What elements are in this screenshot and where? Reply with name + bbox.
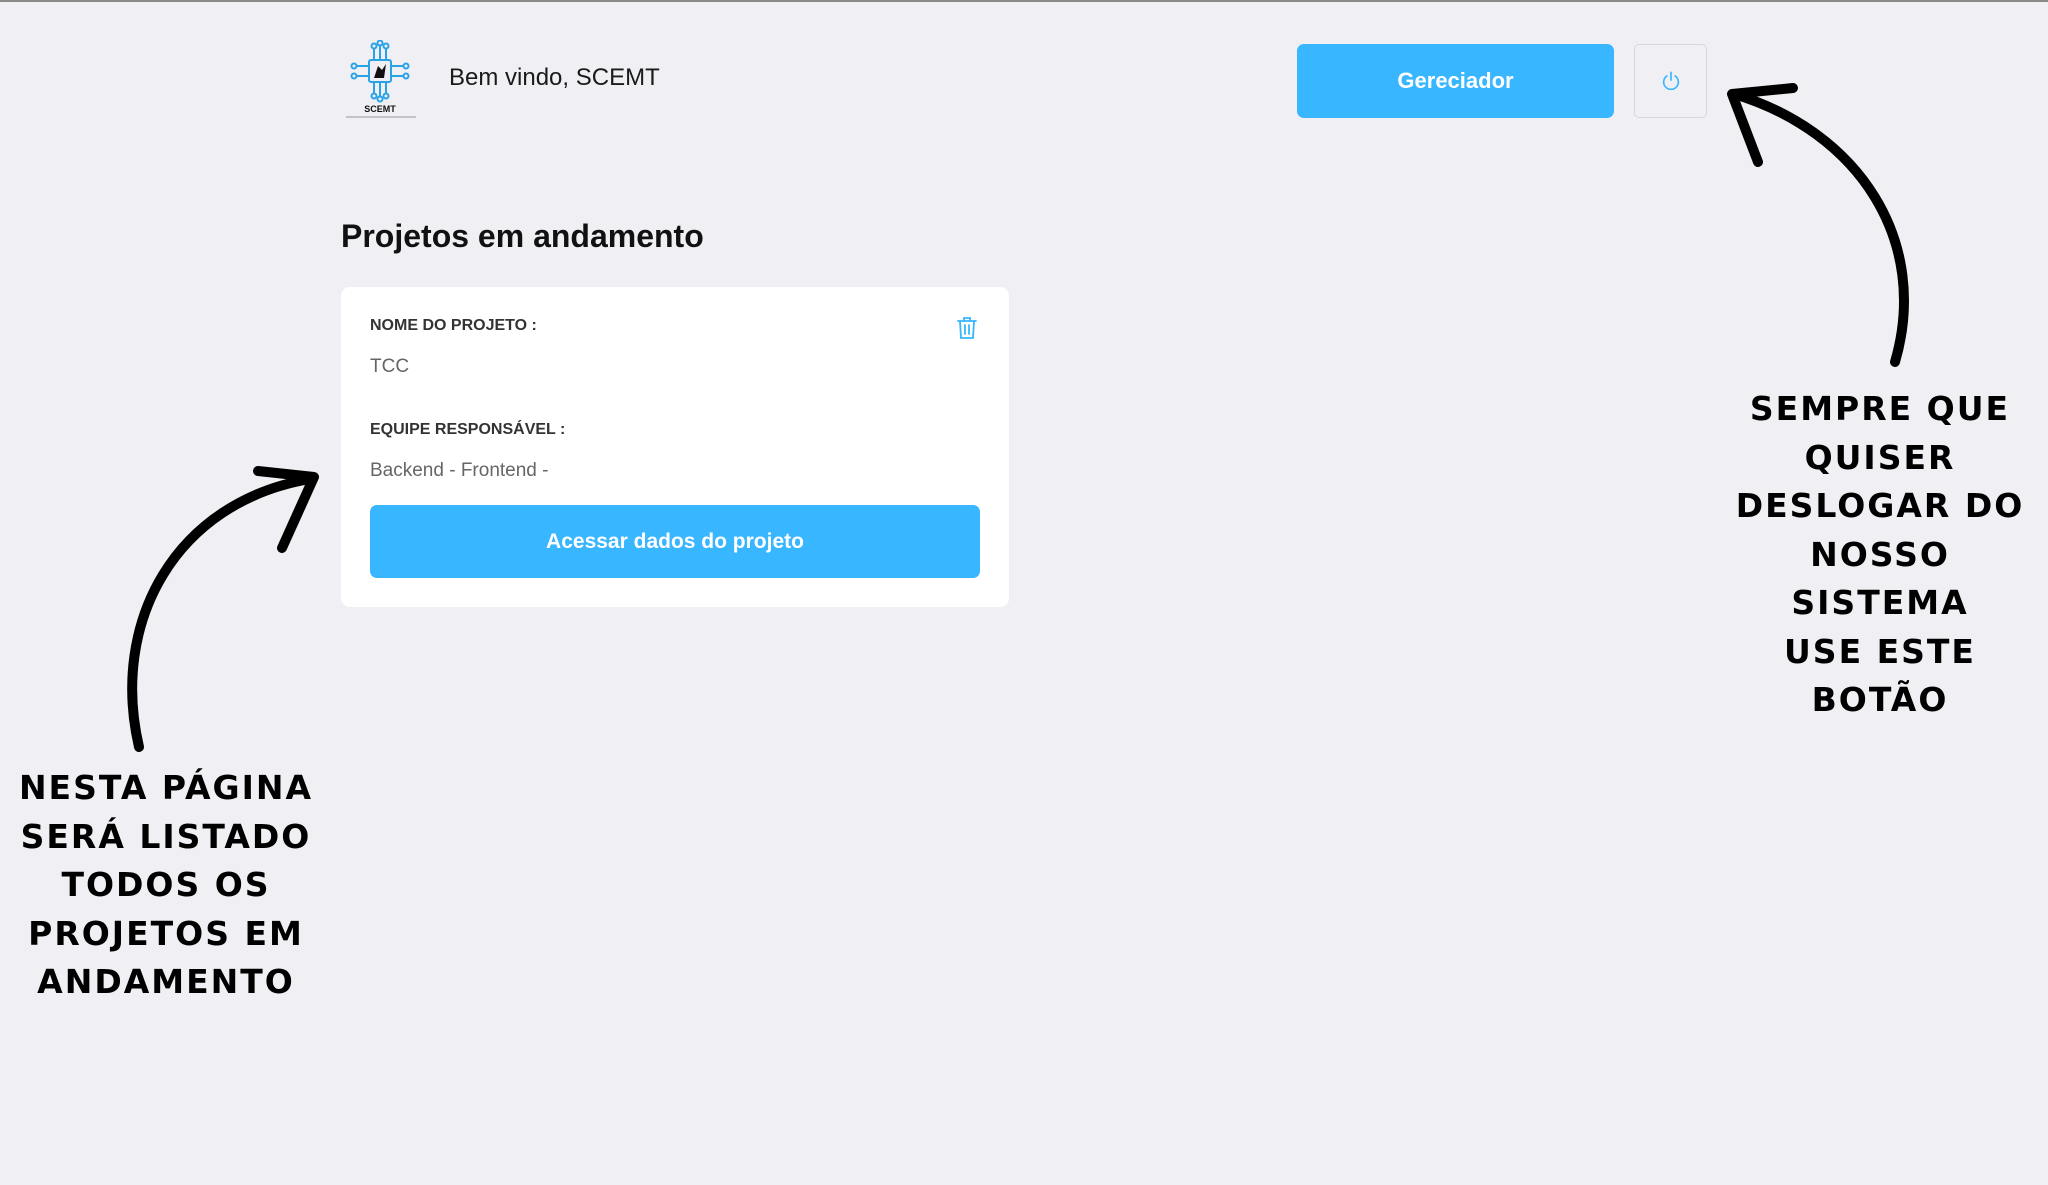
annotation-line: QUISER (1804, 437, 1956, 477)
arrow-right-icon (1727, 83, 1909, 367)
page-title: Projetos em andamento (341, 218, 704, 254)
logo-text: SCEMT (364, 104, 396, 114)
trash-icon (957, 317, 977, 339)
team-label: EQUIPE RESPONSÁVEL : (370, 421, 566, 438)
project-name-label: NOME DO PROJETO : (370, 317, 537, 334)
team-value: Backend - Frontend - (370, 460, 549, 481)
project-name-value: TCC (370, 356, 410, 377)
annotation-line: DESLOGAR DO (1735, 486, 2025, 525)
annotation-line: TODOS OS (61, 865, 271, 904)
logout-button[interactable] (1634, 44, 1707, 118)
annotation-left: NESTA PÁGINA SERÁ LISTADO TODOS OS PROJE… (10, 764, 322, 1007)
power-icon (1662, 71, 1679, 91)
manager-button[interactable]: Gereciador (1297, 44, 1614, 118)
annotation-line: ANDAMENTO (37, 962, 295, 1001)
project-card: NOME DO PROJETO : TCC EQUIPE RESPONSÁVEL… (341, 287, 1009, 607)
chip-logo-icon: SCEMT (346, 39, 416, 118)
annotation-line: NOSSO SISTEMA (1791, 534, 1969, 623)
scemt-logo: SCEMT (344, 39, 418, 118)
welcome-text: Bem vindo, SCEMT (449, 64, 660, 91)
annotation-line: SEMPRE QUE (1749, 389, 2011, 428)
annotation-line: PROJETOS EM (28, 913, 304, 953)
access-project-button[interactable]: Acessar dados do projeto (370, 505, 980, 578)
annotation-line: USE ESTE BOTÃO (1784, 631, 1976, 720)
annotation-line: NESTA PÁGINA (18, 768, 314, 807)
delete-project-button[interactable] (955, 315, 979, 341)
annotation-line: SERÁ LISTADO (20, 816, 312, 856)
annotation-right: SEMPRE QUE QUISER DESLOGAR DO NOSSO SIST… (1715, 385, 2045, 725)
arrow-left-icon (127, 466, 319, 752)
